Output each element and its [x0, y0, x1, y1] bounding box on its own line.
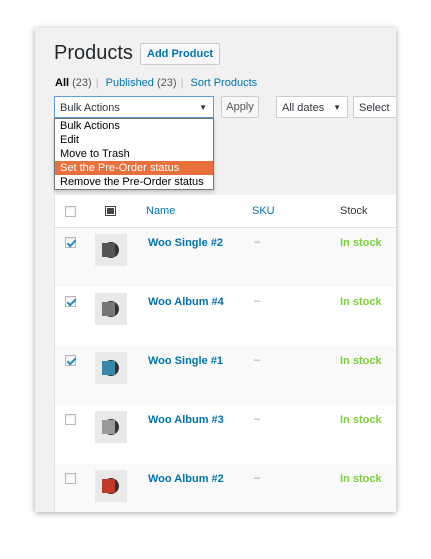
record-sleeve: [102, 361, 115, 375]
status-filter-links: All (23) | Published (23) | Sort Products: [55, 77, 257, 89]
product-sku: –: [254, 472, 261, 484]
row-checkbox[interactable]: [65, 414, 76, 425]
add-product-button[interactable]: Add Product: [140, 43, 220, 65]
product-thumbnail[interactable]: [95, 411, 127, 443]
product-name-link[interactable]: Woo Album #2: [148, 473, 224, 485]
chevron-down-icon: ▼: [333, 103, 341, 112]
filter-all-count: (23): [72, 77, 92, 89]
record-sleeve: [102, 243, 115, 257]
page-title: Products: [54, 42, 133, 64]
separator: |: [95, 77, 99, 89]
stock-status: In stock: [340, 473, 382, 485]
product-thumbnail[interactable]: [95, 470, 127, 502]
product-sku: –: [254, 236, 261, 248]
column-sku[interactable]: SKU: [252, 205, 275, 217]
chevron-down-icon: ▼: [199, 103, 207, 112]
product-sku: –: [254, 354, 261, 366]
stock-status: In stock: [340, 355, 382, 367]
image-icon: [105, 206, 116, 216]
product-name-link[interactable]: Woo Album #4: [148, 296, 224, 308]
record-sleeve: [102, 302, 115, 316]
table-row: Woo Single #1 – In stock: [55, 346, 396, 405]
row-checkbox[interactable]: [65, 296, 76, 307]
category-filter-select[interactable]: Select: [353, 96, 396, 118]
filter-published-count: (23): [157, 77, 177, 89]
product-sku: –: [254, 295, 261, 307]
stock-status: In stock: [340, 414, 382, 426]
bulk-actions-value: Bulk Actions: [60, 102, 120, 114]
filter-published[interactable]: Published: [106, 77, 154, 89]
stock-status: In stock: [340, 237, 382, 249]
separator: |: [180, 77, 184, 89]
product-thumbnail[interactable]: [95, 352, 127, 384]
product-name-link[interactable]: Woo Single #1: [148, 355, 223, 367]
bulk-option-highlighted[interactable]: Set the Pre-Order status: [55, 161, 213, 175]
bulk-actions-select[interactable]: Bulk Actions ▼: [54, 96, 214, 118]
product-name-link[interactable]: Woo Single #2: [148, 237, 223, 249]
product-name-link[interactable]: Woo Album #3: [148, 414, 224, 426]
table-row: Woo Album #3 – In stock: [55, 405, 396, 464]
bulk-option[interactable]: Edit: [55, 133, 213, 147]
apply-button[interactable]: Apply: [221, 96, 259, 118]
table-row: Woo Album #4 – In stock: [55, 287, 396, 346]
select-all-checkbox[interactable]: [65, 206, 76, 217]
bulk-option[interactable]: Move to Trash: [55, 147, 213, 161]
sort-products-link[interactable]: Sort Products: [190, 77, 257, 89]
category-filter-value: Select: [359, 102, 390, 114]
stock-status: In stock: [340, 296, 382, 308]
bulk-option[interactable]: Bulk Actions: [55, 119, 213, 133]
admin-screen: Products Add Product All (23) | Published…: [35, 28, 396, 512]
record-sleeve: [102, 479, 115, 493]
table-header: Name SKU Stock: [55, 195, 396, 228]
table-row: Woo Album #2 – In stock: [55, 464, 396, 512]
filter-all[interactable]: All: [55, 77, 69, 89]
bulk-option[interactable]: Remove the Pre-Order status: [55, 175, 213, 189]
product-thumbnail[interactable]: [95, 234, 127, 266]
dates-filter-select[interactable]: All dates ▼: [276, 96, 348, 118]
row-checkbox[interactable]: [65, 355, 76, 366]
product-sku: –: [254, 413, 261, 425]
column-name[interactable]: Name: [146, 205, 175, 217]
row-checkbox[interactable]: [65, 237, 76, 248]
dates-filter-value: All dates: [282, 102, 325, 114]
products-table: Name SKU Stock Woo Single #2 – In stock …: [54, 195, 396, 512]
bulk-actions-dropdown: Bulk Actions Edit Move to Trash Set the …: [54, 118, 214, 190]
table-row: Woo Single #2 – In stock: [55, 228, 396, 287]
record-sleeve: [102, 420, 115, 434]
row-checkbox[interactable]: [65, 473, 76, 484]
product-thumbnail[interactable]: [95, 293, 127, 325]
column-stock: Stock: [340, 205, 368, 217]
